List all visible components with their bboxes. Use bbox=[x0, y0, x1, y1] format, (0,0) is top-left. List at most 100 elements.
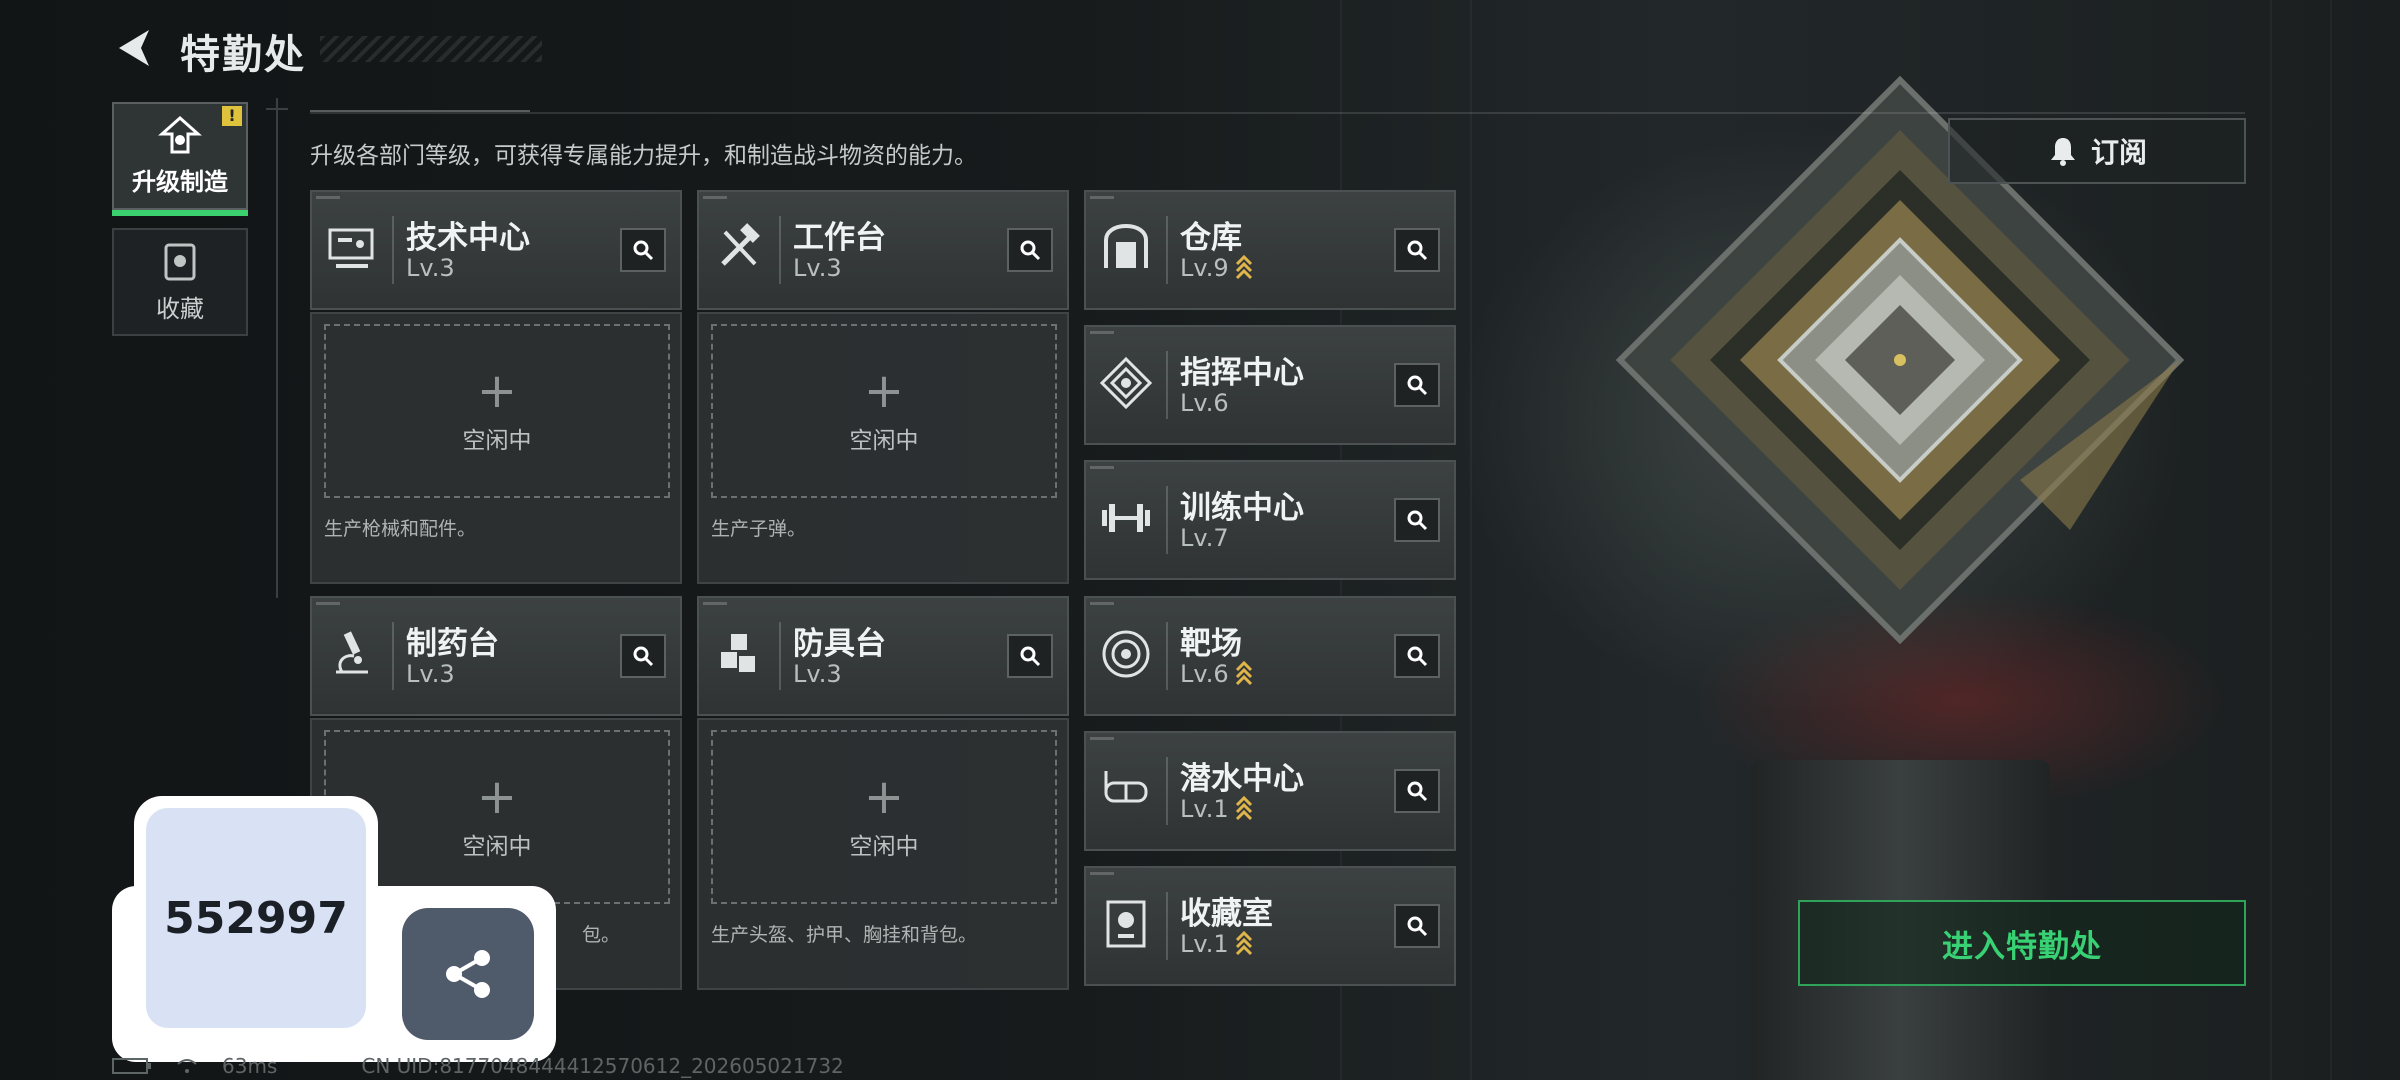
dept-name: 潜水中心 bbox=[1180, 761, 1304, 797]
dept-card-pharmacy[interactable]: 制药台 Lv.3 bbox=[310, 596, 682, 716]
upgrade-available-icon bbox=[1235, 930, 1252, 956]
search-icon bbox=[1407, 240, 1428, 261]
slot-status: 空闲中 bbox=[462, 428, 532, 454]
emblem-icon bbox=[1100, 357, 1152, 409]
search-button[interactable] bbox=[1007, 634, 1053, 678]
hammer-wrench-icon bbox=[721, 223, 760, 266]
upgrade-available-icon bbox=[1235, 795, 1252, 821]
monitor-icon bbox=[328, 228, 374, 268]
production-slot[interactable]: + 空闲中 bbox=[324, 324, 670, 498]
plus-icon: + bbox=[476, 363, 518, 419]
microscope-icon bbox=[336, 631, 368, 674]
divider bbox=[1166, 757, 1168, 825]
search-button[interactable] bbox=[1394, 904, 1440, 948]
search-button[interactable] bbox=[1007, 228, 1053, 272]
production-panel-armor: + 空闲中 生产头盔、护甲、胸挂和背包。 bbox=[697, 718, 1069, 990]
page-description: 升级各部门等级，可获得专属能力提升，和制造战斗物资的能力。 bbox=[310, 143, 977, 169]
dept-name: 靶场 bbox=[1180, 626, 1242, 662]
target-icon bbox=[1102, 630, 1150, 678]
production-slot[interactable]: + 空闲中 bbox=[711, 730, 1057, 904]
subscribe-button[interactable]: 订阅 bbox=[1948, 118, 2246, 184]
divider bbox=[266, 108, 288, 110]
plus-icon: + bbox=[476, 769, 518, 825]
subscribe-label: 订阅 bbox=[2090, 136, 2147, 169]
search-button[interactable] bbox=[1394, 498, 1440, 542]
bell-icon bbox=[2050, 138, 2075, 166]
page-title: 特勤处 bbox=[180, 32, 306, 78]
search-icon bbox=[1020, 240, 1041, 261]
divider bbox=[392, 622, 394, 690]
search-button[interactable] bbox=[620, 228, 666, 272]
upgrade-available-icon bbox=[1235, 660, 1252, 686]
share-button[interactable] bbox=[402, 908, 534, 1040]
dept-name: 制药台 bbox=[406, 626, 499, 662]
dept-name: 仓库 bbox=[1180, 220, 1242, 256]
search-button[interactable] bbox=[1394, 228, 1440, 272]
dept-card-tech[interactable]: 技术中心 Lv.3 bbox=[310, 190, 682, 310]
dept-level: Lv.1 bbox=[1180, 930, 1229, 958]
production-panel-tech: + 空闲中 生产枪械和配件。 bbox=[310, 312, 682, 584]
divider bbox=[1166, 351, 1168, 419]
wifi-icon bbox=[177, 1059, 197, 1073]
slot-description: 生产头盔、护甲、胸挂和背包。 bbox=[711, 924, 978, 946]
dept-card-collection[interactable]: 收藏室 Lv.1 bbox=[1084, 866, 1456, 986]
tab-label: 升级制造 bbox=[132, 167, 228, 196]
dept-name: 技术中心 bbox=[406, 220, 530, 256]
divider bbox=[1166, 892, 1168, 960]
search-icon bbox=[1407, 916, 1428, 937]
upgrade-available-icon bbox=[1235, 254, 1252, 280]
share-icon bbox=[446, 950, 490, 998]
divider bbox=[392, 216, 394, 284]
dept-level-row: Lv.9 bbox=[1180, 254, 1253, 282]
slot-description: 生产枪械和配件。 bbox=[324, 518, 477, 540]
dept-card-training[interactable]: 训练中心 Lv.7 bbox=[1084, 460, 1456, 580]
dept-card-diving[interactable]: 潜水中心 Lv.1 bbox=[1084, 731, 1456, 851]
vault-icon bbox=[1104, 223, 1148, 268]
dept-card-workbench[interactable]: 工作台 Lv.3 bbox=[697, 190, 1069, 310]
search-icon bbox=[1020, 646, 1041, 667]
ping-value: 63ms bbox=[222, 1054, 278, 1078]
back-button[interactable] bbox=[108, 20, 158, 76]
slot-status: 空闲中 bbox=[849, 428, 919, 454]
goggles-icon bbox=[1104, 771, 1148, 803]
dept-card-armor[interactable]: 防具台 Lv.3 bbox=[697, 596, 1069, 716]
tab-collection[interactable]: 收藏 bbox=[112, 228, 248, 336]
plus-icon: + bbox=[863, 363, 905, 419]
search-icon bbox=[1407, 646, 1428, 667]
divider bbox=[310, 110, 530, 112]
overlay-code[interactable]: 552997 bbox=[146, 808, 366, 1028]
enter-special-ops-button[interactable]: 进入特勤处 bbox=[1798, 900, 2246, 986]
divider bbox=[276, 98, 278, 598]
dept-card-command[interactable]: 指挥中心 Lv.6 bbox=[1084, 325, 1456, 445]
dept-name: 收藏室 bbox=[1180, 896, 1273, 932]
dept-level: Lv.3 bbox=[406, 660, 455, 688]
divider bbox=[310, 112, 2245, 114]
upgrade-icon bbox=[158, 115, 202, 153]
search-icon bbox=[633, 646, 654, 667]
search-icon bbox=[1407, 375, 1428, 396]
dept-level: Lv.7 bbox=[1180, 524, 1229, 552]
search-icon bbox=[1407, 510, 1428, 531]
tab-upgrade-craft[interactable]: 升级制造 ! bbox=[112, 102, 248, 216]
dept-level-row: Lv.1 bbox=[1180, 930, 1253, 958]
production-slot[interactable]: + 空闲中 bbox=[711, 324, 1057, 498]
back-arrow-icon bbox=[119, 30, 149, 66]
search-button[interactable] bbox=[620, 634, 666, 678]
dept-name: 指挥中心 bbox=[1180, 355, 1304, 391]
user-uid: CN UID:8177048444412570612_202605021732 bbox=[361, 1054, 844, 1078]
dept-name: 训练中心 bbox=[1180, 490, 1304, 526]
dept-name: 工作台 bbox=[793, 220, 886, 256]
dept-card-warehouse[interactable]: 仓库 Lv.9 bbox=[1084, 190, 1456, 310]
dept-card-range[interactable]: 靶场 Lv.6 bbox=[1084, 596, 1456, 716]
dept-level: Lv.9 bbox=[1180, 254, 1229, 282]
search-button[interactable] bbox=[1394, 769, 1440, 813]
search-button[interactable] bbox=[1394, 363, 1440, 407]
search-icon bbox=[633, 240, 654, 261]
divider bbox=[1166, 486, 1168, 554]
dept-level: Lv.3 bbox=[793, 254, 842, 282]
dumbbell-icon bbox=[1102, 504, 1150, 532]
search-button[interactable] bbox=[1394, 634, 1440, 678]
slot-status: 空闲中 bbox=[849, 834, 919, 860]
title-decoration bbox=[320, 36, 542, 62]
tab-label: 收藏 bbox=[156, 294, 204, 323]
